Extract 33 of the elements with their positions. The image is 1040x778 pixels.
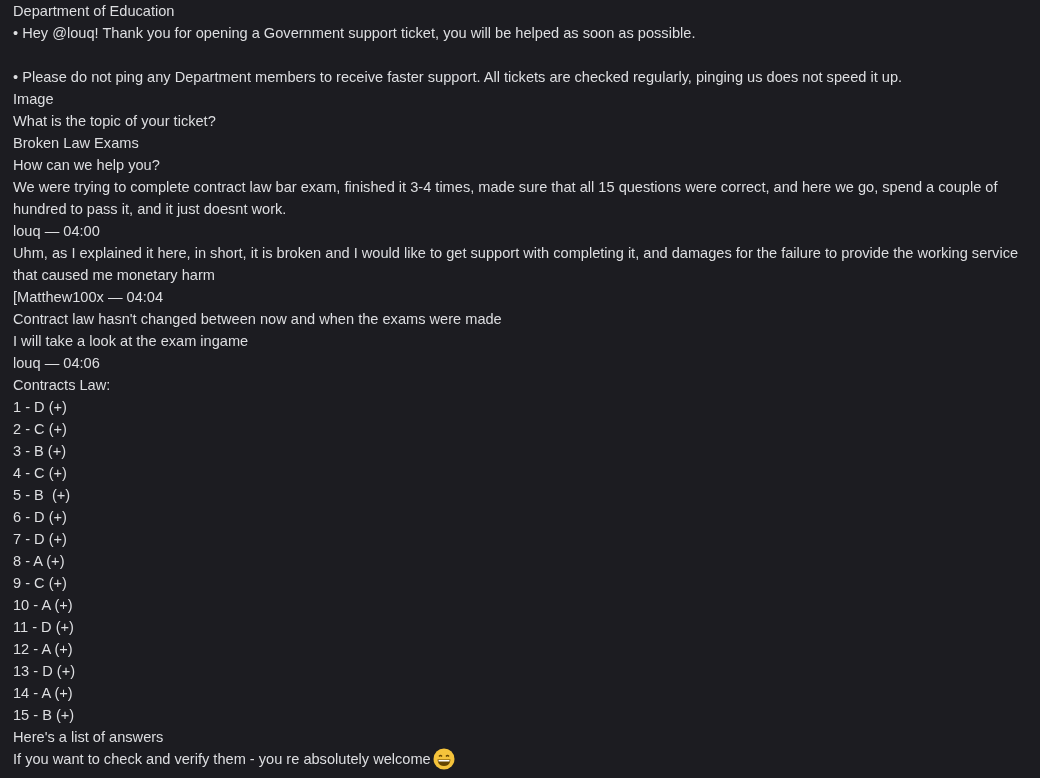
message-line: 15 - B (+) (13, 706, 76, 725)
message-line: If you want to check and verify them - you re absolutely welcome (13, 750, 431, 769)
message-line: • Please do not ping any Department members to receive faster support. All tickets are checked regularly, pinging us does not speed it up. (13, 68, 904, 87)
message-line: Uhm, as I explained it here, in short, it is broken and I would like to get support with completing it, and damages for the failure to provide the working service that caused me monetary harm (13, 244, 1020, 285)
message-line: 7 - D (+) (13, 530, 68, 549)
message-line: 6 - D (+) (13, 508, 68, 527)
message-line: 1 - D (+) (13, 398, 68, 417)
message-line: Department of Education (13, 2, 176, 21)
message-line: • Hey @louq! Thank you for opening a Government support ticket, you will be helped as soon as possible. (13, 24, 697, 43)
message-line: Image (13, 90, 55, 109)
message-line: louq — 04:00 (13, 222, 101, 241)
message-line: 2 - C (+) (13, 420, 68, 439)
message-line: 5 - B (+) (13, 486, 72, 505)
message-line: 12 - A (+) (13, 640, 74, 659)
message-line: We were trying to complete contract law bar exam, finished it 3-4 times, made sure that all 15 questions were correct, and here we go, spend a couple of hundred to pass it, and it just doesnt work. (13, 178, 999, 219)
message-line: [Matthew100x — 04:04 (13, 288, 165, 307)
message-line: 10 - A (+) (13, 596, 74, 615)
message-line: 13 - D (+) (13, 662, 77, 681)
message-line: 8 - A (+) (13, 552, 66, 571)
message-line: 11 - D (+) (13, 618, 75, 637)
message-line: 14 - A (+) (13, 684, 74, 703)
message-line: I will take a look at the exam ingame (13, 332, 250, 351)
message-line: louq — 04:06 (13, 354, 101, 373)
message-line: 3 - B (+) (13, 442, 68, 461)
message-line: How can we help you? (13, 156, 161, 175)
message-line: 9 - C (+) (13, 574, 68, 593)
message-line: Contracts Law: (13, 376, 112, 395)
message-line: Broken Law Exams (13, 134, 140, 153)
message-line: Contract law hasn't changed between now and when the exams were made (13, 310, 503, 329)
message-line: What is the topic of your ticket? (13, 112, 217, 131)
message-line: Here's a list of answers (13, 728, 165, 747)
grinning-emoji-icon (432, 748, 455, 770)
message-line: 4 - C (+) (13, 464, 68, 483)
